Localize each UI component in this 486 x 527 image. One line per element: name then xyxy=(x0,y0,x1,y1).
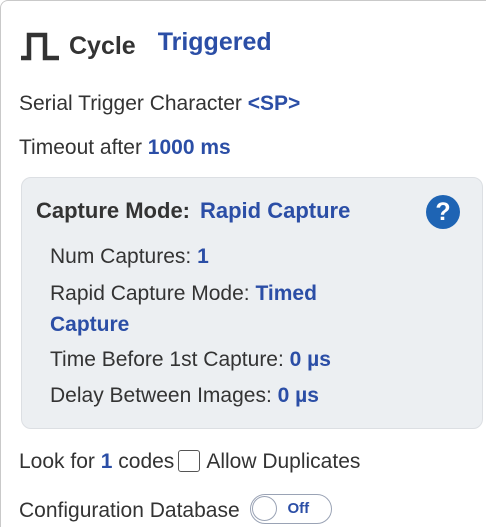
rapid-capture-mode-value-line2[interactable]: Capture xyxy=(50,313,129,336)
look-for-label: Look for xyxy=(19,450,95,473)
pulse-wave-icon xyxy=(21,32,59,61)
help-icon[interactable]: ? xyxy=(426,195,460,229)
allow-duplicates-checkbox[interactable] xyxy=(178,450,201,472)
timeout-row: Timeout after 1000 ms xyxy=(19,136,231,160)
capture-mode-row: Capture Mode: Rapid Capture xyxy=(36,198,350,224)
rapid-capture-mode-row-cont: Capture xyxy=(50,313,129,337)
num-captures-row: Num Captures: 1 xyxy=(50,245,209,269)
rapid-capture-mode-value-line1[interactable]: Timed xyxy=(255,282,316,305)
serial-trigger-label: Serial Trigger Character xyxy=(19,92,242,115)
num-captures-value[interactable]: 1 xyxy=(197,245,209,268)
num-captures-label: Num Captures: xyxy=(50,245,192,268)
delay-between-row: Delay Between Images: 0 µs xyxy=(50,384,319,408)
serial-trigger-row: Serial Trigger Character <SP> xyxy=(19,92,300,116)
cycle-header: Cycle Triggered xyxy=(19,28,272,63)
rapid-capture-mode-row: Rapid Capture Mode: Timed xyxy=(50,282,317,306)
serial-trigger-value[interactable]: <SP> xyxy=(248,92,301,115)
look-for-codes-row: Look for 1 codes Allow Duplicates xyxy=(19,450,360,474)
toggle-state-label: Off xyxy=(287,500,310,517)
delay-between-value[interactable]: 0 µs xyxy=(278,384,319,407)
config-database-row: Configuration Database Off xyxy=(19,494,332,524)
timeout-label: Timeout after xyxy=(19,136,142,159)
time-before-value[interactable]: 0 µs xyxy=(290,348,331,371)
config-database-label: Configuration Database xyxy=(19,499,240,522)
cycle-label: Cycle xyxy=(69,31,136,60)
allow-duplicates-label: Allow Duplicates xyxy=(206,450,361,473)
cycle-mode-link[interactable]: Triggered xyxy=(158,28,272,57)
time-before-label: Time Before 1st Capture: xyxy=(50,348,284,371)
capture-mode-box: Capture Mode: Rapid Capture ? Num Capture… xyxy=(21,177,483,429)
cycle-settings-panel: Cycle Triggered Serial Trigger Character… xyxy=(0,0,486,527)
toggle-knob xyxy=(251,496,277,521)
time-before-row: Time Before 1st Capture: 0 µs xyxy=(50,348,331,372)
code-count-value[interactable]: 1 xyxy=(101,450,113,473)
codes-label: codes xyxy=(118,450,175,473)
capture-mode-label: Capture Mode: xyxy=(36,198,190,223)
delay-between-label: Delay Between Images: xyxy=(50,384,272,407)
rapid-capture-mode-label: Rapid Capture Mode: xyxy=(50,282,250,305)
config-database-toggle[interactable]: Off xyxy=(249,494,332,524)
capture-mode-value[interactable]: Rapid Capture xyxy=(200,198,350,223)
timeout-value[interactable]: 1000 ms xyxy=(148,136,231,159)
